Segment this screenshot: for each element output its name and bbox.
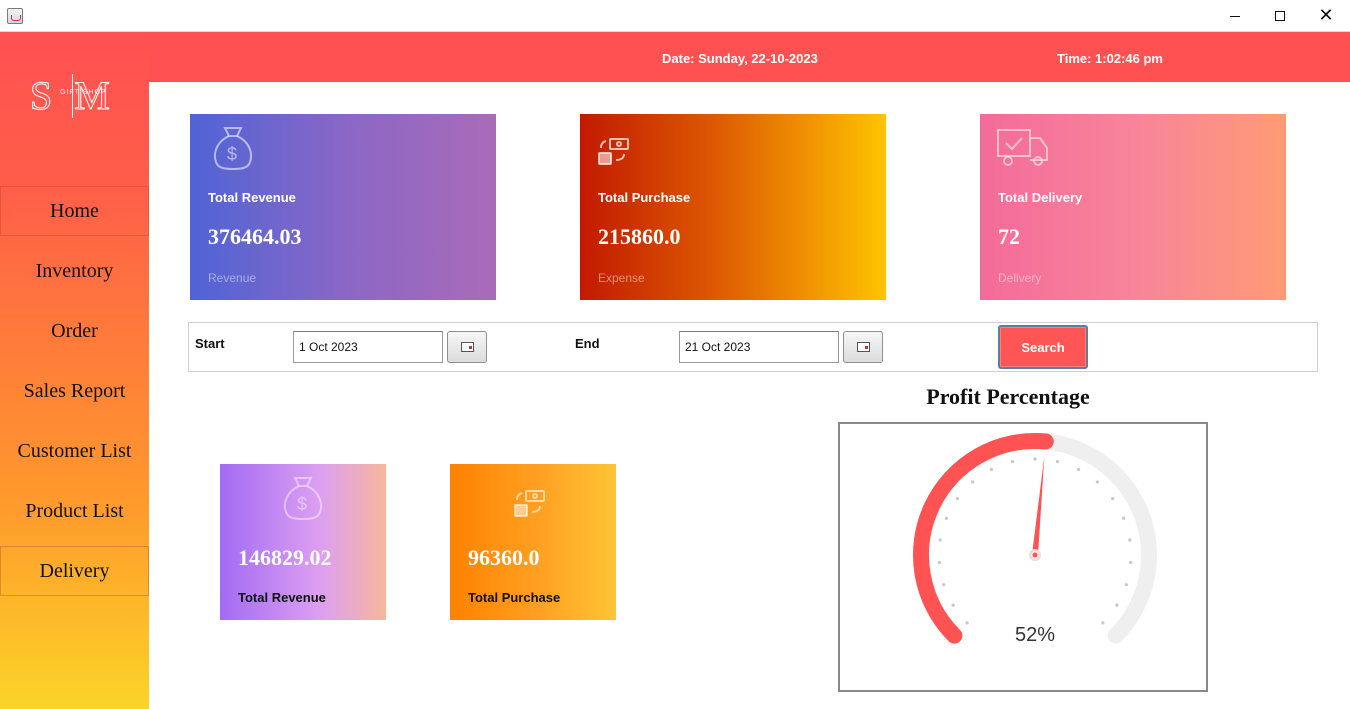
svg-text:$: $ — [227, 144, 237, 164]
sidebar-item-customer-list[interactable]: Customer List — [0, 426, 149, 476]
end-date-field[interactable] — [679, 331, 839, 363]
exchange-icon — [514, 490, 545, 517]
card-value: 146829.02 — [238, 545, 332, 570]
sidebar-item-product-list[interactable]: Product List — [0, 486, 149, 536]
card-value: 215860.0 — [598, 224, 681, 249]
card-label: Total Revenue — [208, 190, 296, 205]
maximize-button[interactable] — [1257, 0, 1303, 32]
sidebar-item-label: Product List — [25, 499, 124, 522]
card-subtitle: Expense — [598, 271, 645, 285]
total-delivery-card: Total Delivery 72 Delivery — [980, 114, 1286, 300]
gauge-tick — [938, 538, 942, 542]
top-header: Date: Sunday, 22-10-2023 Time: 1:02:46 p… — [0, 32, 1350, 82]
window-titlebar: ✕ — [0, 0, 1350, 32]
gauge-pivot-center — [1031, 551, 1039, 559]
gauge-tick — [1033, 457, 1037, 461]
sidebar-item-label: Inventory — [35, 259, 114, 282]
gauge-tick — [1095, 480, 1099, 484]
period-revenue-card: $ 146829.02 Total Revenue — [220, 464, 386, 620]
gauge-tick — [1129, 560, 1133, 565]
gauge-needle — [1032, 455, 1045, 556]
gauge-tick — [942, 583, 946, 587]
search-button[interactable]: Search — [998, 325, 1088, 369]
gauge-tick — [955, 496, 959, 501]
card-subtitle: Delivery — [998, 271, 1042, 285]
sidebar-item-home[interactable]: Home — [0, 186, 149, 236]
sidebar-item-sales-report[interactable]: Sales Report — [0, 366, 149, 416]
gauge-tick — [1010, 460, 1015, 464]
sidebar-item-label: Sales Report — [23, 379, 126, 402]
gauge-tick — [944, 516, 948, 520]
card-label: Total Delivery — [998, 190, 1083, 205]
header-date: Date: Sunday, 22-10-2023 — [662, 51, 818, 66]
total-revenue-card: $ Total Revenue 376464.03 Revenue — [190, 114, 496, 300]
sidebar-item-label: Customer List — [17, 439, 132, 462]
date-filter-bar: Start End Search — [188, 322, 1318, 372]
period-purchase-card: 96360.0 Total Purchase — [450, 464, 616, 620]
gauge-tick — [937, 560, 941, 565]
sidebar: SM GIFT SHOP Home Inventory Order Sales … — [0, 32, 149, 709]
money-bag-icon: $ — [283, 477, 323, 521]
gauge-tick — [951, 603, 955, 607]
gauge-fill — [913, 433, 1054, 644]
gauge-value-text: 52% — [1014, 624, 1056, 646]
calendar-icon — [460, 342, 474, 352]
sidebar-item-label: Order — [51, 319, 98, 342]
card-label: Total Revenue — [238, 590, 326, 605]
card-subtitle: Revenue — [208, 271, 257, 285]
end-date-picker-button[interactable] — [843, 331, 883, 363]
sidebar-item-order[interactable]: Order — [0, 306, 149, 356]
card-value: 72 — [998, 224, 1020, 249]
gauge-title: Profit Percentage — [926, 384, 1090, 409]
header-time: Time: 1:02:46 pm — [1057, 51, 1163, 66]
card-value: 96360.0 — [468, 545, 540, 570]
start-date-field[interactable] — [293, 331, 443, 363]
truck-icon — [997, 129, 1048, 166]
gauge-tick — [989, 467, 994, 472]
gauge-tick — [1128, 538, 1132, 542]
gauge-tick — [971, 480, 975, 484]
card-value: 376464.03 — [208, 224, 302, 249]
end-label: End — [575, 336, 600, 351]
gauge-tick — [1076, 467, 1081, 472]
gauge-tick — [1115, 603, 1119, 607]
gauge-tick — [1122, 516, 1126, 520]
start-label: Start — [195, 336, 225, 351]
java-app-icon — [7, 8, 23, 24]
svg-text:$: $ — [297, 494, 307, 514]
money-bag-icon: $ — [213, 127, 253, 171]
exchange-icon — [598, 138, 629, 165]
sidebar-item-inventory[interactable]: Inventory — [0, 246, 149, 296]
start-date-picker-button[interactable] — [447, 331, 487, 363]
total-purchase-card: Total Purchase 215860.0 Expense — [580, 114, 886, 300]
card-label: Total Purchase — [598, 190, 691, 205]
gauge-tick — [1055, 460, 1060, 464]
profit-gauge: 52% — [838, 422, 1208, 692]
logo-subtitle: GIFT SHOP — [60, 89, 107, 96]
logo-divider — [72, 74, 73, 118]
logo: SM GIFT SHOP — [30, 73, 120, 118]
close-button[interactable]: ✕ — [1303, 0, 1349, 32]
minimize-icon — [1230, 15, 1240, 17]
gauge-tick — [1124, 583, 1128, 587]
calendar-icon — [856, 342, 870, 352]
gauge-tick — [1111, 496, 1115, 501]
maximize-icon — [1275, 11, 1285, 21]
sidebar-item-label: Home — [50, 199, 99, 222]
card-label: Total Purchase — [468, 590, 561, 605]
gauge-svg — [913, 433, 1157, 644]
minimize-button[interactable] — [1212, 0, 1258, 32]
logo-initials: SM — [30, 73, 132, 118]
sidebar-item-label: Delivery — [39, 559, 110, 582]
close-icon: ✕ — [1318, 5, 1334, 26]
sidebar-item-delivery[interactable]: Delivery — [0, 546, 149, 596]
